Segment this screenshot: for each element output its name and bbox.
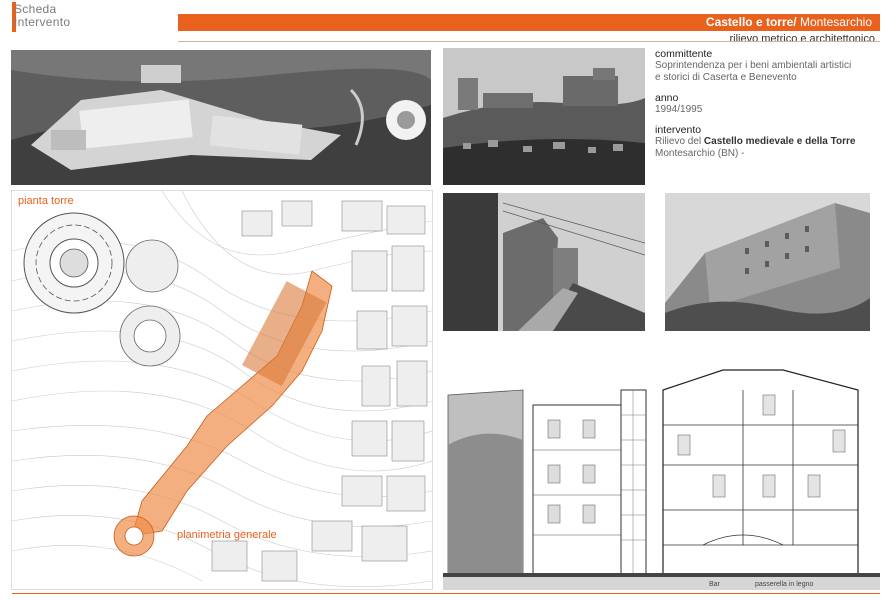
- plan-label-tower: pianta torre: [18, 195, 74, 207]
- architectural-section: Bar passerella in legno: [443, 365, 880, 590]
- title-place: Montesarchio: [796, 15, 872, 29]
- section-label-passerella: passerella in legno: [755, 581, 814, 588]
- plan-label-general: planimetria generale: [177, 529, 277, 541]
- page-title: Castello e torre/ Montesarchio: [706, 14, 872, 31]
- logo-line-1: Scheda: [14, 2, 57, 16]
- intervento-bold: Castello medievale e della Torre: [703, 136, 856, 147]
- section-label-bar: Bar: [709, 581, 720, 588]
- committente-text-1: Soprintendenza per i beni ambientali art…: [655, 60, 852, 71]
- intervento-label: intervento: [655, 124, 702, 136]
- intervento-location: Montesarchio (BN) -: [655, 148, 745, 159]
- project-info: committente Soprintendenza per i beni am…: [655, 48, 880, 160]
- anno-value: 1994/1995: [655, 104, 703, 115]
- site-plan: pianta torre planimetria generale: [11, 190, 433, 590]
- intervento-prefix: Rilievo del: [655, 136, 704, 147]
- committente-text-2: e storici di Caserta e Benevento: [655, 72, 797, 83]
- logo-line-2: Intervento: [14, 15, 71, 29]
- aerial-photo: [11, 50, 431, 185]
- section-drawing: [443, 365, 880, 590]
- committente-label: committente: [655, 48, 713, 60]
- anno-label: anno: [655, 92, 679, 104]
- title-bar: Castello e torre/ Montesarchio: [178, 14, 880, 31]
- title-main: Castello e torre/: [705, 15, 797, 29]
- footer-divider: [12, 593, 880, 594]
- castle-hill-photo: [443, 48, 645, 185]
- header-divider: [178, 41, 880, 42]
- page-subtitle: rilievo metrico e architettonico: [729, 33, 875, 45]
- fortress-wall-photo: [665, 193, 870, 331]
- street-photo: [443, 193, 645, 331]
- intervento-text: Rilievo del Castello medievale e della T…: [655, 136, 880, 148]
